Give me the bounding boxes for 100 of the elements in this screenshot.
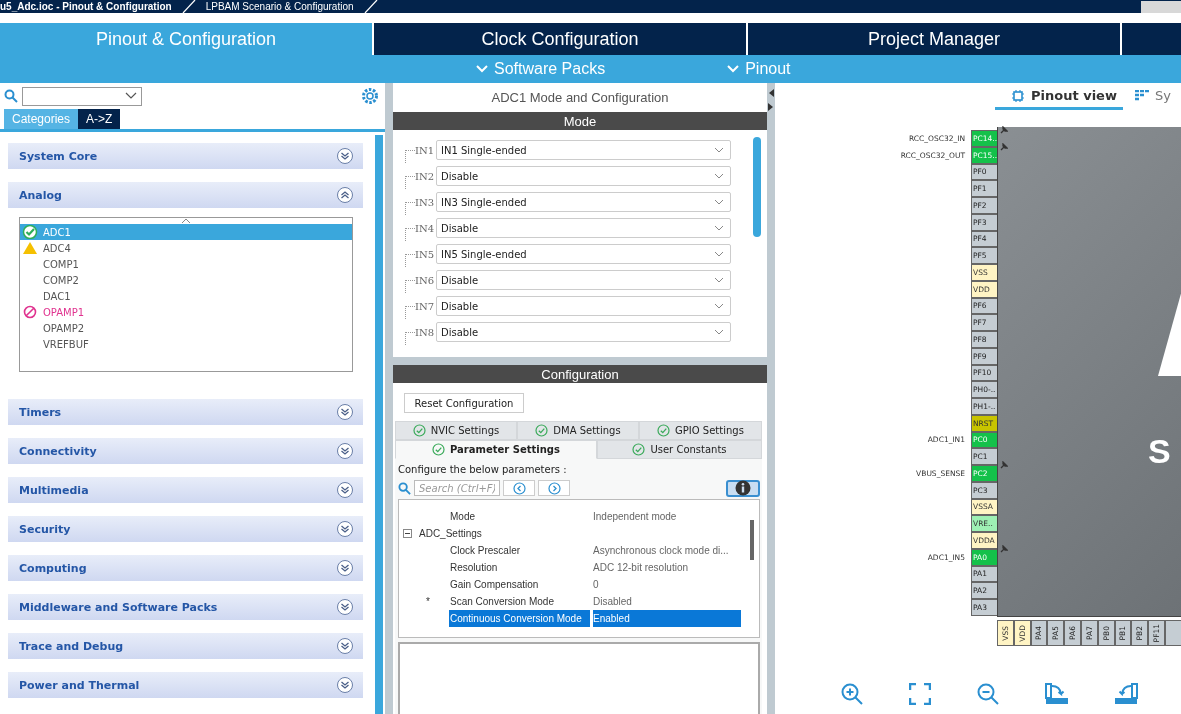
- category-header[interactable]: Timers: [8, 399, 363, 425]
- peripheral-item[interactable]: OPAMP1: [20, 304, 352, 320]
- mode-dropdown[interactable]: IN1 Single-ended: [436, 140, 731, 160]
- search-icon: [398, 481, 411, 495]
- chevron-icon[interactable]: [336, 598, 354, 616]
- input-label: IN7: [415, 300, 434, 312]
- view-tab[interactable]: A->Z: [78, 109, 121, 129]
- parameter-name[interactable]: Continuous Conversion Mode: [449, 610, 590, 627]
- scrollbar[interactable]: [753, 137, 761, 237]
- breadcrumb[interactable]: u5_Adc.ioc - Pinout & Configuration: [0, 0, 182, 13]
- category-header[interactable]: System Core: [8, 143, 363, 169]
- chevron-down-icon: [714, 225, 724, 231]
- settings-tab[interactable]: Parameter Settings: [395, 440, 597, 459]
- parameter-value[interactable]: ADC 12-bit resolution: [593, 559, 741, 576]
- peripheral-item[interactable]: VREFBUF: [20, 336, 352, 352]
- mode-dropdown[interactable]: IN3 Single-ended: [436, 192, 731, 212]
- parameter-group[interactable]: ADC_Settings: [419, 528, 482, 539]
- category-title: Analog: [19, 188, 63, 202]
- fit-screen-icon[interactable]: [909, 683, 931, 705]
- collapse-icon[interactable]: [403, 529, 412, 538]
- info-button[interactable]: [726, 479, 760, 497]
- toolbar-button[interactable]: [1141, 0, 1181, 13]
- previous-icon: [512, 481, 526, 495]
- settings-tab[interactable]: User Constants: [597, 440, 762, 459]
- chevron-down-icon: [125, 92, 137, 100]
- category-header[interactable]: Analog: [8, 182, 363, 208]
- category-header[interactable]: Trace and Debug: [8, 633, 363, 659]
- collapse-arrows-icon[interactable]: [768, 87, 774, 113]
- peripheral-item[interactable]: COMP1: [20, 256, 352, 272]
- category-header[interactable]: Power and Thermal: [8, 672, 363, 698]
- scrollbar[interactable]: [375, 135, 383, 714]
- main-tab[interactable]: Clock Configuration: [374, 23, 746, 55]
- view-tab[interactable]: Pinout view: [995, 88, 1123, 110]
- chevron-icon[interactable]: [336, 520, 354, 538]
- category-header[interactable]: Middleware and Software Packs: [8, 594, 363, 620]
- chevron-icon[interactable]: [336, 676, 354, 694]
- rotate-left-icon[interactable]: [1114, 683, 1138, 705]
- chevron-down-icon: [714, 251, 724, 257]
- info-icon: [735, 480, 751, 496]
- modified-marker: *: [426, 596, 430, 607]
- chevron-down-icon: [714, 303, 724, 309]
- category-header[interactable]: Computing: [8, 555, 363, 581]
- parameter-value[interactable]: Independent mode: [593, 508, 741, 525]
- parameter-name[interactable]: Clock Prescaler: [449, 542, 590, 559]
- mode-dropdown[interactable]: Disable: [436, 166, 731, 186]
- search-field[interactable]: Search (Ctrl+F): [414, 480, 500, 496]
- parameter-value[interactable]: Disabled: [593, 593, 741, 610]
- parameter-name[interactable]: Resolution: [449, 559, 590, 576]
- category-header[interactable]: Multimedia: [8, 477, 363, 503]
- main-tab[interactable]: Project Manager: [748, 23, 1120, 55]
- settings-icon[interactable]: [361, 87, 379, 105]
- peripheral-item[interactable]: COMP2: [20, 272, 352, 288]
- parameter-value[interactable]: Enabled: [593, 610, 741, 627]
- peripheral-item[interactable]: DAC1: [20, 288, 352, 304]
- input-label: IN5: [415, 248, 434, 260]
- category-title: System Core: [19, 149, 99, 163]
- view-tab[interactable]: Sy: [1134, 88, 1177, 110]
- next-button[interactable]: [538, 480, 570, 496]
- mode-dropdown[interactable]: Disable: [436, 218, 731, 238]
- parameter-value[interactable]: Asynchronous clock mode di...: [593, 542, 741, 559]
- settings-tab[interactable]: NVIC Settings: [395, 421, 517, 440]
- category-title: Computing: [19, 561, 88, 575]
- chip-icon: [1011, 88, 1025, 103]
- check-icon: [412, 424, 426, 437]
- parameter-name[interactable]: Scan Conversion Mode: [449, 593, 590, 610]
- reset-button[interactable]: Reset Configuration: [404, 393, 524, 413]
- zoom-out-icon[interactable]: [976, 682, 1000, 706]
- mode-dropdown[interactable]: Disable: [436, 322, 731, 342]
- parameter-value[interactable]: 0: [593, 576, 741, 593]
- peripheral-item[interactable]: OPAMP2: [20, 320, 352, 336]
- chevron-down-icon: [714, 329, 724, 335]
- category-title: Connectivity: [19, 444, 98, 458]
- breadcrumb[interactable]: LPBAM Scenario & Configuration: [195, 0, 364, 13]
- chevron-icon[interactable]: [336, 442, 354, 460]
- chevron-icon[interactable]: [336, 559, 354, 577]
- peripheral-item[interactable]: ADC4: [20, 240, 352, 256]
- category-title: Middleware and Software Packs: [19, 600, 219, 614]
- previous-button[interactable]: [503, 480, 535, 496]
- scrollbar[interactable]: [750, 520, 754, 560]
- chevron-icon[interactable]: [336, 481, 354, 499]
- mode-dropdown[interactable]: Disable: [436, 270, 731, 290]
- chevron-icon[interactable]: [336, 403, 354, 421]
- settings-tab[interactable]: DMA Settings: [517, 421, 639, 440]
- scroll-up-icon[interactable]: [181, 218, 191, 224]
- search-combo[interactable]: [22, 86, 142, 106]
- chevron-icon[interactable]: [336, 147, 354, 165]
- category-header[interactable]: Connectivity: [8, 438, 363, 464]
- search-icon: [4, 89, 18, 103]
- mode-dropdown[interactable]: IN5 Single-ended: [436, 244, 731, 264]
- mode-dropdown[interactable]: Disable: [436, 296, 731, 316]
- rotate-right-icon[interactable]: [1045, 683, 1069, 705]
- parameter-name[interactable]: Gain Compensation: [449, 576, 590, 593]
- settings-tab[interactable]: GPIO Settings: [639, 421, 762, 440]
- chevron-icon[interactable]: [336, 186, 354, 204]
- parameter-name[interactable]: Mode: [449, 508, 590, 525]
- zoom-in-icon[interactable]: [840, 682, 864, 706]
- input-label: IN2: [415, 170, 434, 182]
- category-header[interactable]: Security: [8, 516, 363, 542]
- category-title: Trace and Debug: [19, 639, 125, 653]
- chevron-icon[interactable]: [336, 637, 354, 655]
